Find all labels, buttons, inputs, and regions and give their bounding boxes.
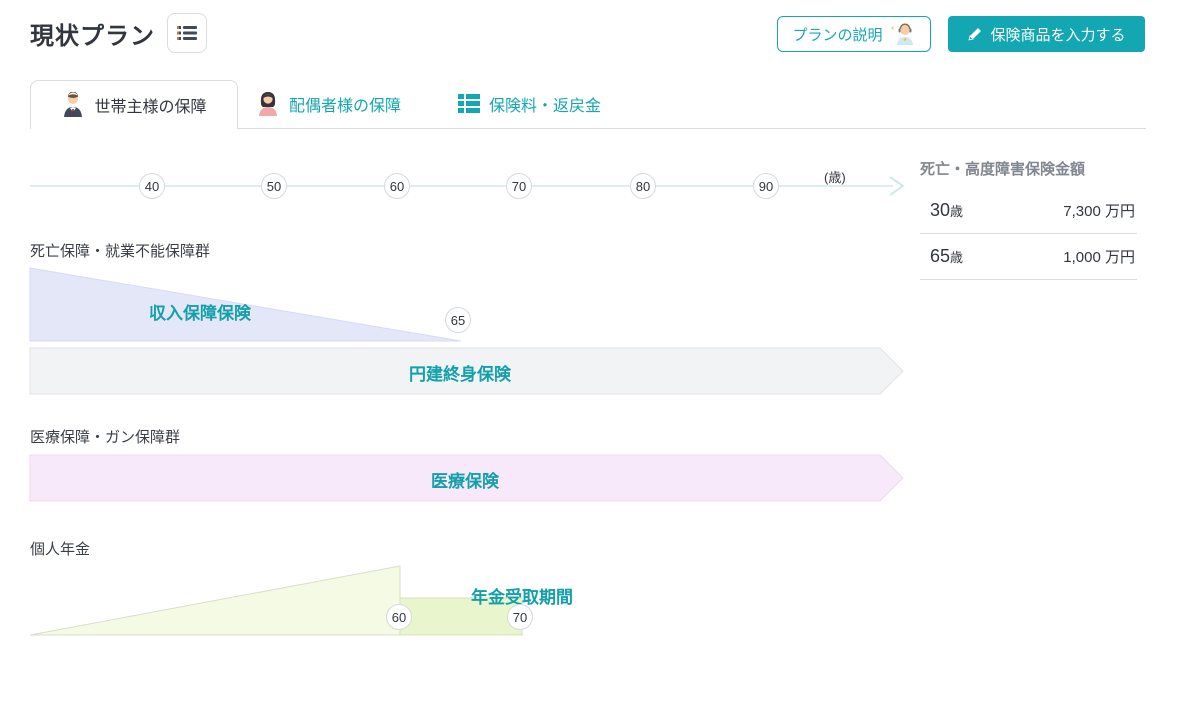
summary-row1-value: 7,300 万円 (1063, 200, 1135, 221)
annuity-accumulation-shape[interactable] (30, 566, 400, 635)
timeline-age-50: 50 (261, 173, 287, 199)
whole-life-label: 円建終身保険 (310, 360, 610, 385)
summary-table-row: 65歳 1,000 万円 (920, 234, 1137, 280)
input-insurance-product-label: 保険商品を入力する (990, 24, 1125, 45)
plan-description-button[interactable]: プランの説明 (777, 16, 931, 52)
timeline-age-40: 40 (139, 173, 165, 199)
tab-premium-refund[interactable]: 保険料・返戻金 (458, 86, 601, 122)
tab-premium-label: 保険料・返戻金 (489, 92, 601, 116)
plan-list-button[interactable] (167, 13, 207, 53)
female-avatar-icon (256, 91, 280, 117)
income-protection-label: 収入保障保険 (50, 299, 350, 324)
section-title-medical-coverage: 医療保障・ガン保障群 (30, 426, 180, 447)
current-plan-page: 現状プラン プランの説明 保険商品を入力する (0, 0, 1180, 707)
plan-description-label: プランの説明 (792, 24, 882, 45)
timeline-age-80: 80 (630, 173, 656, 199)
tab-householder-label: 世帯主様の保障 (94, 93, 206, 117)
summary-table-header: 死亡・高度障害保険金額 (920, 158, 1146, 179)
section-title-personal-annuity: 個人年金 (30, 538, 90, 559)
medical-insurance-label: 医療保険 (315, 467, 615, 492)
timeline-age-60: 60 (384, 173, 410, 199)
summary-row2-value: 1,000 万円 (1063, 246, 1135, 267)
table-icon (458, 94, 480, 114)
summary-row2-age-suffix: 歳 (950, 250, 963, 265)
concierge-avatar-icon (890, 22, 916, 46)
tab-householder-coverage[interactable]: 世帯主様の保障 (30, 80, 238, 129)
income-protection-end-age-marker: 65 (445, 307, 471, 333)
section-title-death-coverage: 死亡保障・就業不能保障群 (30, 240, 210, 261)
timeline-age-70: 70 (506, 173, 532, 199)
pencil-icon (967, 26, 983, 42)
summary-row1-age-suffix: 歳 (950, 204, 963, 219)
male-avatar-icon (61, 92, 85, 118)
input-insurance-product-button[interactable]: 保険商品を入力する (948, 16, 1145, 52)
annuity-end-age-marker: 70 (507, 604, 533, 630)
summary-row1-age: 30 (930, 200, 950, 220)
tab-spouse-label: 配偶者様の保障 (289, 92, 401, 116)
timeline-age-unit: (歳) (824, 167, 846, 186)
tab-spouse-coverage[interactable]: 配偶者様の保障 (256, 86, 401, 122)
timeline-age-90: 90 (753, 173, 779, 199)
summary-row2-age: 65 (930, 246, 950, 266)
list-icon (177, 25, 197, 41)
annuity-start-age-marker: 60 (386, 604, 412, 630)
page-title: 現状プラン (30, 16, 155, 51)
summary-table-row: 30歳 7,300 万円 (920, 188, 1137, 234)
